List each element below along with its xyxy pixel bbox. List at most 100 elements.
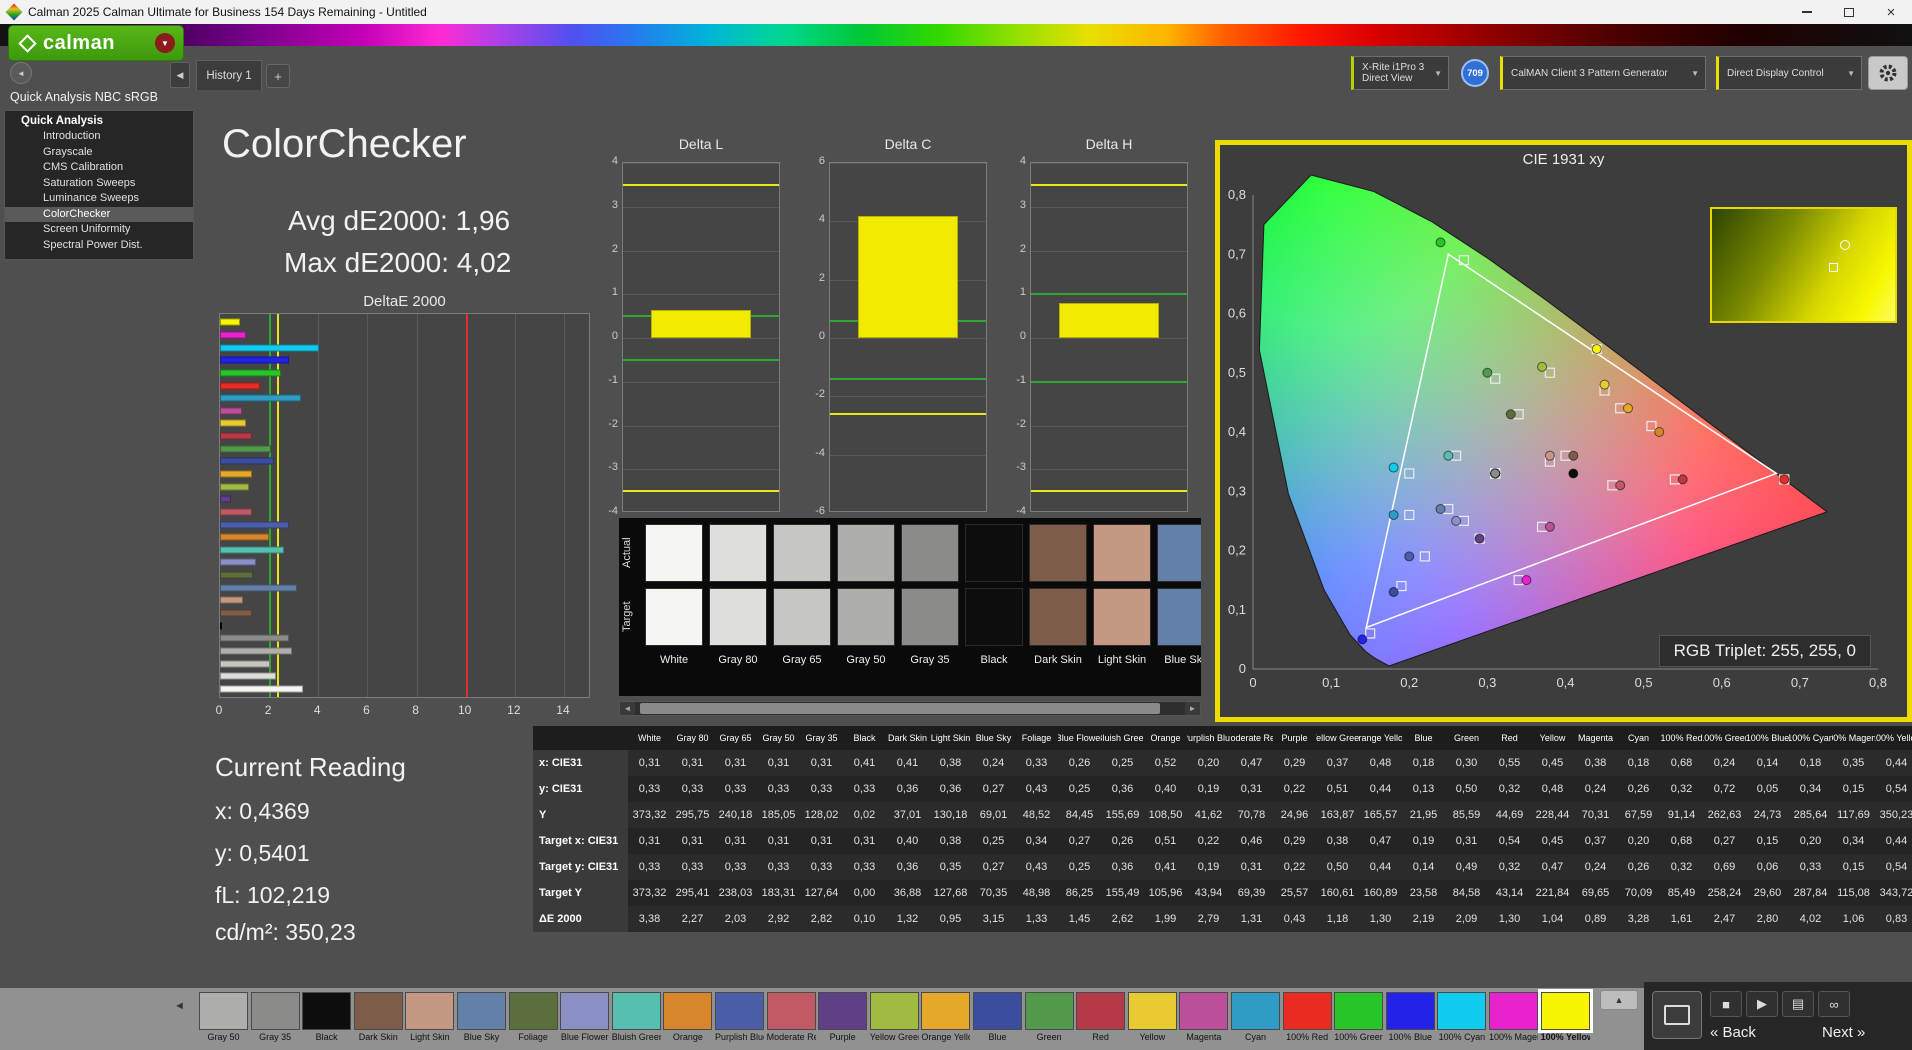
sidebar-item-introduction[interactable]: Introduction: [5, 129, 193, 145]
y-axis: 6 4 2 0 -2 -4 -6: [799, 155, 825, 517]
continuous-measure-button[interactable]: ∞: [1818, 991, 1850, 1017]
table-cell: 0,33: [757, 854, 800, 880]
calman-logo[interactable]: calman ▼: [8, 25, 184, 61]
axis-tick-label: 2: [264, 703, 272, 717]
settings-button[interactable]: [1868, 56, 1908, 90]
table-cell: 0,31: [714, 828, 757, 854]
table-cell: 155,49: [1101, 880, 1144, 906]
pattern-swatch[interactable]: 100% Blue: [1385, 992, 1435, 1048]
table-cell: 0,19: [1187, 854, 1230, 880]
pattern-swatch[interactable]: 100% Cyan: [1437, 992, 1487, 1048]
axis-tick-label: 0,8: [1869, 675, 1887, 690]
target-swatch: [901, 588, 959, 646]
pattern-swatch[interactable]: 100% Magenta: [1489, 992, 1538, 1048]
pattern-swatch[interactable]: Gray 50: [199, 992, 248, 1048]
swatch-color: [1024, 992, 1074, 1030]
sidebar-item-colorchecker[interactable]: ColorChecker: [5, 206, 193, 222]
pattern-swatch[interactable]: Blue Sky: [457, 992, 506, 1048]
play-button[interactable]: ▶: [1746, 991, 1778, 1017]
de-bar: [220, 369, 281, 377]
back-button[interactable]: « Back: [1710, 1024, 1756, 1041]
minimize-button[interactable]: [1786, 0, 1828, 24]
page-title: ColorChecker: [222, 122, 467, 166]
sidebar-item-grayscale[interactable]: Grayscale: [5, 145, 193, 161]
swatch-color: [1489, 992, 1538, 1030]
maximize-button[interactable]: [1828, 0, 1870, 24]
table-cell: 0,33: [1789, 854, 1832, 880]
pattern-swatch[interactable]: Yellow: [1127, 992, 1177, 1048]
pattern-swatch[interactable]: Yellow Green: [869, 992, 919, 1048]
strip-expand-button[interactable]: ▲: [1600, 990, 1638, 1010]
column-header: 100% Magenta: [1832, 726, 1875, 750]
y-axis: 4 3 2 1 0 -1 -2 -3 -4: [592, 155, 618, 517]
table-cell: 373,32: [628, 880, 671, 906]
pattern-swatch[interactable]: Blue: [973, 992, 1022, 1048]
tab-history-1[interactable]: History 1: [196, 60, 262, 90]
table-cell: 69,39: [1230, 880, 1273, 906]
meter-dropdown[interactable]: X-Rite i1Pro 3 Direct View ▼: [1351, 56, 1449, 90]
title-bar: Calman 2025 Calman Ultimate for Business…: [0, 0, 1912, 24]
add-tab-button[interactable]: +: [266, 64, 290, 88]
scroll-left-icon[interactable]: ◄: [620, 702, 635, 715]
pattern-swatch[interactable]: Foliage: [508, 992, 558, 1048]
pattern-swatch[interactable]: Light Skin: [405, 992, 455, 1048]
pattern-swatch[interactable]: Cyan: [1231, 992, 1280, 1048]
panel-back-button[interactable]: ◄: [10, 62, 32, 84]
sidebar-item-spectral-power-dist-[interactable]: Spectral Power Dist.: [5, 238, 193, 254]
pattern-generator-dropdown[interactable]: CalMAN Client 3 Pattern Generator ▼: [1500, 56, 1706, 90]
pattern-swatch[interactable]: Gray 35: [250, 992, 300, 1048]
sidebar-item-saturation-sweeps[interactable]: Saturation Sweeps: [5, 176, 193, 192]
pattern-swatch[interactable]: 100% Green: [1334, 992, 1384, 1048]
de-bar: [220, 634, 290, 642]
close-button[interactable]: ×: [1870, 0, 1912, 24]
scroll-right-icon[interactable]: ►: [1185, 702, 1200, 715]
save-button[interactable]: ▤: [1782, 991, 1814, 1017]
pattern-swatch[interactable]: Green: [1024, 992, 1074, 1048]
swatch-scrollbar[interactable]: ◄ ►: [619, 701, 1201, 716]
logo-menu-button[interactable]: ▼: [155, 33, 175, 53]
table-cell: 262,63: [1703, 802, 1746, 828]
table-cell: 69,01: [972, 802, 1015, 828]
sidebar-item-cms-calibration[interactable]: CMS Calibration: [5, 160, 193, 176]
display-control-dropdown[interactable]: Direct Display Control ▼: [1716, 56, 1862, 90]
table-cell: 0,31: [800, 750, 843, 776]
table-cell: 0,22: [1273, 854, 1316, 880]
display-preview-button[interactable]: [1652, 991, 1702, 1039]
scrollbar-thumb[interactable]: [640, 703, 1160, 714]
table-cell: 0,51: [1144, 828, 1187, 854]
pattern-swatch[interactable]: Orange: [663, 992, 713, 1048]
sidebar-item-screen-uniformity[interactable]: Screen Uniformity: [5, 222, 193, 238]
pattern-swatch[interactable]: Red: [1076, 992, 1126, 1048]
tree-root[interactable]: Quick Analysis: [5, 113, 193, 129]
axis-tick-label: 3: [611, 198, 618, 211]
tolerance-line-green: [1031, 293, 1187, 296]
chart-title: Delta C: [884, 136, 932, 152]
target-swatch: [1029, 588, 1087, 646]
row-label: Target x: CIE31: [533, 828, 628, 854]
strip-scroll-left-icon[interactable]: ◄: [174, 1000, 185, 1012]
pattern-swatch[interactable]: Blue Flower: [560, 992, 610, 1048]
pattern-swatch[interactable]: Orange Yellow: [921, 992, 971, 1048]
pattern-swatch[interactable]: Moderate Red: [766, 992, 816, 1048]
cie-measured-point: [1435, 237, 1446, 248]
next-button[interactable]: Next »: [1822, 1024, 1865, 1041]
sidebar-item-luminance-sweeps[interactable]: Luminance Sweeps: [5, 191, 193, 207]
swatch-label: Blue Flower: [560, 1032, 609, 1042]
stop-button[interactable]: ■: [1710, 991, 1742, 1017]
bar-slot: [220, 354, 589, 367]
pattern-swatch[interactable]: Dark Skin: [353, 992, 403, 1048]
pattern-swatch[interactable]: Purple: [818, 992, 868, 1048]
pattern-swatch[interactable]: Magenta: [1179, 992, 1229, 1048]
logo-text: calman: [43, 31, 115, 54]
pattern-swatch[interactable]: 100% Yellow: [1537, 989, 1593, 1048]
sidebar-collapse-button[interactable]: ◀: [170, 62, 190, 88]
pattern-swatch[interactable]: 100% Red: [1282, 992, 1332, 1048]
pattern-swatch[interactable]: Purplish Blue: [715, 992, 764, 1048]
target-badge[interactable]: 709: [1461, 59, 1489, 87]
pattern-swatch[interactable]: Bluish Green: [611, 992, 661, 1048]
axis-tick-label: 0,4: [1556, 675, 1574, 690]
swatch-color: [1231, 992, 1280, 1030]
tolerance-line-yellow: [623, 183, 779, 186]
swatch-color: [818, 992, 868, 1030]
pattern-swatch[interactable]: Black: [302, 992, 352, 1048]
